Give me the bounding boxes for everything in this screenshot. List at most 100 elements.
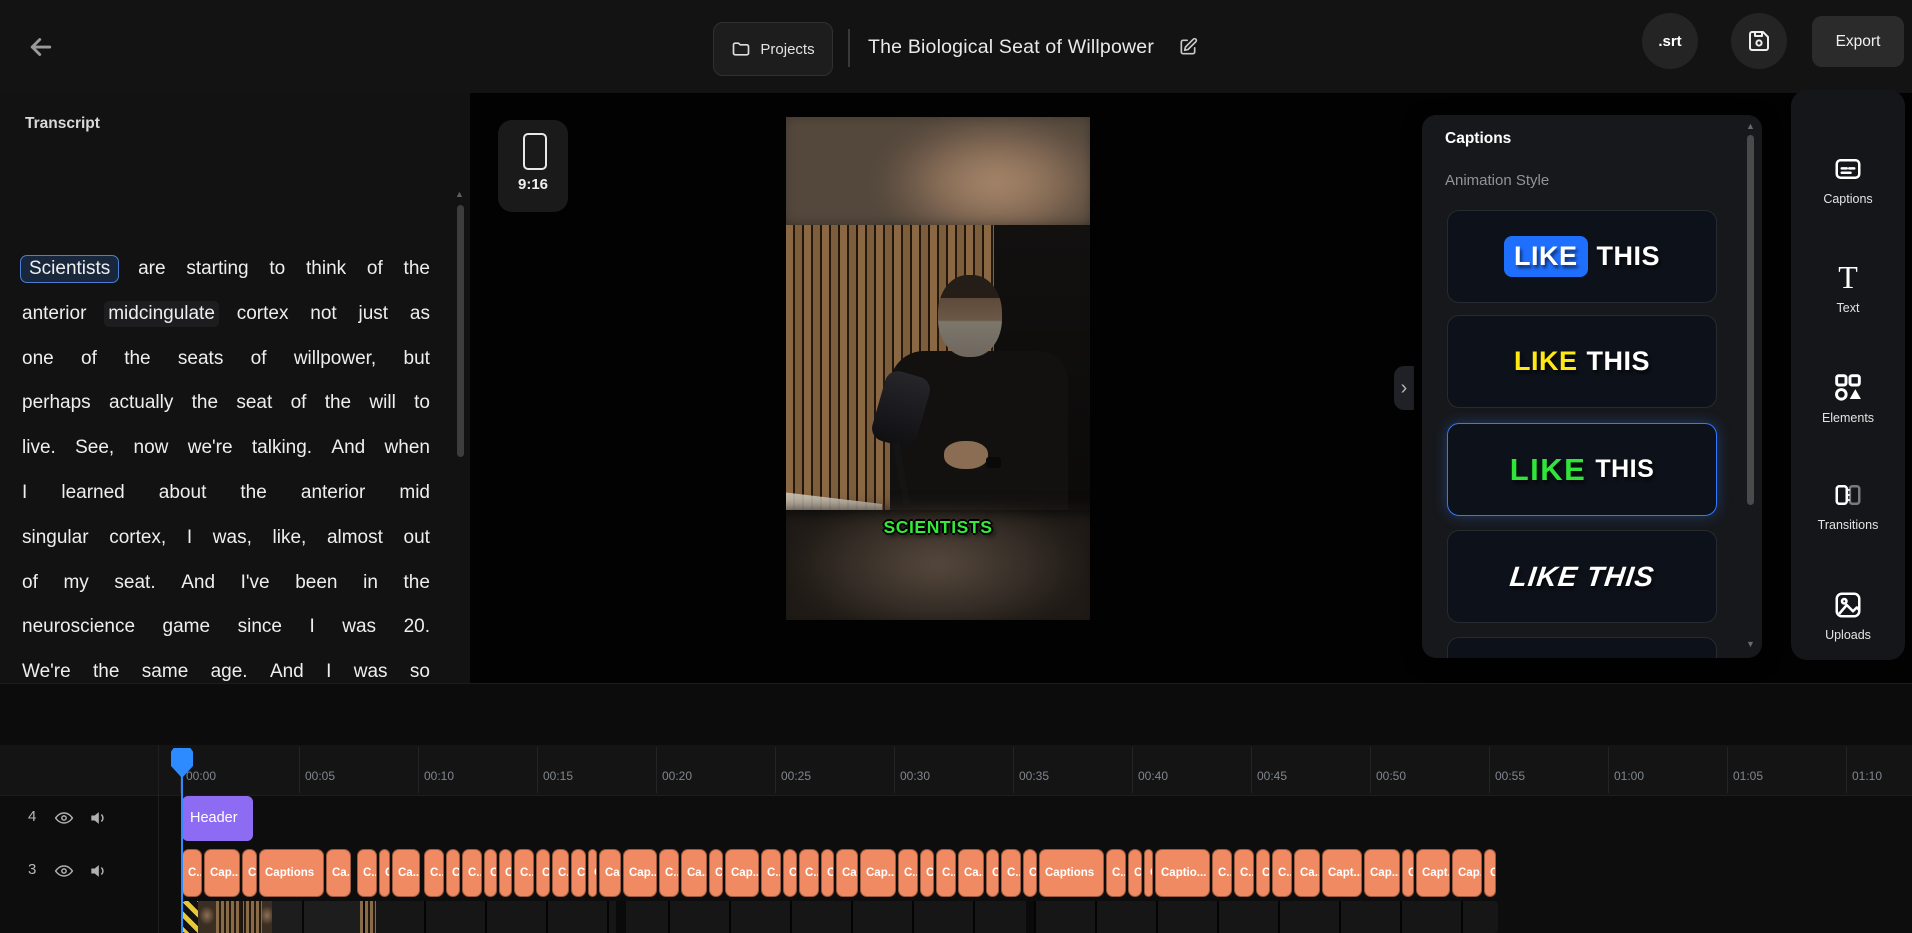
transcript-word: 20. (404, 616, 430, 638)
sidebar-item-text[interactable]: TText (1791, 248, 1905, 328)
sidebar-item-elements[interactable]: Elements (1791, 358, 1905, 438)
caption-clip[interactable]: C. (1256, 849, 1270, 897)
caption-clip[interactable]: C. (536, 849, 550, 897)
caption-clip[interactable]: C... (1212, 849, 1232, 897)
caption-clip[interactable]: C... (761, 849, 781, 897)
back-arrow-icon (26, 32, 58, 62)
transcript-word: of (291, 392, 307, 414)
caption-clip[interactable]: C. (783, 849, 797, 897)
caption-clip[interactable]: C... (898, 849, 918, 897)
projects-button[interactable]: Projects (713, 22, 833, 76)
caption-clip[interactable]: Ca... (681, 849, 707, 897)
caption-clip[interactable]: Cap... (725, 849, 759, 897)
timeline-ruler[interactable]: 00:0000:0500:1000:1500:2000:2500:3000:35… (0, 745, 1912, 796)
ruler-tick-label: 00:55 (1495, 769, 1525, 783)
caption-clip[interactable]: C (1144, 849, 1153, 897)
track-3-mute-toggle[interactable] (88, 861, 108, 881)
caption-clip[interactable]: Ca... (958, 849, 984, 897)
panel-scrollbar[interactable] (1747, 135, 1754, 505)
animation-style-card-script[interactable]: LIKE THIS (1447, 530, 1717, 623)
caption-clip[interactable]: Ca... (392, 849, 420, 897)
caption-clip[interactable]: C... (659, 849, 679, 897)
caption-clip[interactable]: Ca... (1294, 849, 1320, 897)
caption-clip[interactable]: C. (484, 849, 497, 897)
save-icon (1747, 29, 1771, 53)
caption-clip[interactable]: Cap... (204, 849, 240, 897)
caption-clip[interactable]: C (588, 849, 597, 897)
caption-clip[interactable]: Capt... (1416, 849, 1450, 897)
track-4-visibility-toggle[interactable] (54, 808, 74, 828)
transcript-scroll-up-icon[interactable]: ▲ (455, 189, 464, 199)
caption-clip[interactable]: C. (821, 849, 834, 897)
caption-clip[interactable]: Ca... (326, 849, 351, 897)
caption-clip[interactable]: C. (499, 849, 512, 897)
caption-clip[interactable]: C.. (571, 849, 586, 897)
ruler-tick-label: 00:00 (186, 769, 216, 783)
caption-clip[interactable]: C. (1128, 849, 1142, 897)
panel-collapse-button[interactable]: › (1394, 366, 1414, 410)
caption-clip[interactable]: Cap... (1452, 849, 1482, 897)
caption-clip[interactable]: C. (986, 849, 999, 897)
aspect-ratio-button[interactable]: 9:16 (498, 120, 568, 212)
animation-style-card-partial[interactable] (1447, 637, 1717, 658)
caption-clip[interactable]: C (1484, 849, 1496, 897)
back-button[interactable] (26, 32, 58, 64)
srt-export-button[interactable]: .srt (1642, 13, 1698, 69)
caption-clip[interactable]: Cap... (860, 849, 896, 897)
transcript-word: are (138, 258, 165, 280)
animation-style-card-yellow[interactable]: LIKETHIS (1447, 315, 1717, 408)
caption-clip[interactable]: C... (357, 849, 377, 897)
transcript-word: I've (241, 572, 270, 594)
caption-clip[interactable]: C (1402, 849, 1414, 897)
transcript-title: Transcript (25, 115, 100, 133)
caption-clip[interactable]: C... (514, 849, 534, 897)
caption-clip[interactable]: Capt... (1322, 849, 1362, 897)
caption-clip[interactable]: C... (182, 849, 202, 897)
caption-clip[interactable]: C.. (242, 849, 257, 897)
panel-scroll-up-icon[interactable]: ▲ (1746, 121, 1755, 131)
caption-clip[interactable]: Cap... (623, 849, 657, 897)
caption-clip[interactable]: C. (1023, 849, 1037, 897)
sidebar-item-uploads[interactable]: Uploads (1791, 576, 1905, 656)
caption-clip[interactable]: Captions (259, 849, 324, 897)
transcript-scrollbar[interactable] (457, 205, 464, 457)
panel-scroll-down-icon[interactable]: ▼ (1746, 639, 1755, 649)
track-3-visibility-toggle[interactable] (54, 861, 74, 881)
edit-title-button[interactable] (1178, 37, 1198, 57)
caption-clip[interactable]: C... (1001, 849, 1021, 897)
video-filmstrip-track[interactable] (182, 901, 1498, 933)
caption-clip[interactable]: C... (462, 849, 482, 897)
caption-clip[interactable]: Captio... (1155, 849, 1210, 897)
export-button[interactable]: Export (1812, 16, 1904, 67)
sidebar-item-captions[interactable]: Captions (1791, 140, 1905, 220)
video-caption-overlay[interactable]: SCIENTISTS (786, 517, 1090, 538)
animation-style-card-green[interactable]: LIKETHIS (1447, 423, 1717, 516)
highlighted-word[interactable]: Scientists (20, 255, 119, 283)
caption-clip[interactable]: C... (936, 849, 956, 897)
caption-clip[interactable]: C. (379, 849, 390, 897)
caption-clip[interactable]: C... (1272, 849, 1292, 897)
track-4-mute-toggle[interactable] (88, 808, 108, 828)
video-preview[interactable]: SCIENTISTS (786, 117, 1090, 620)
caption-clip[interactable]: Ca... (836, 849, 858, 897)
caption-clip[interactable]: C.. (552, 849, 569, 897)
transcript-word: talking. (252, 437, 312, 459)
caption-clip[interactable]: C... (1234, 849, 1254, 897)
transcript-word: mid (399, 482, 430, 504)
caption-clip[interactable]: Cap... (1364, 849, 1400, 897)
caption-clip[interactable]: C... (1106, 849, 1126, 897)
caption-clip[interactable]: C. (709, 849, 723, 897)
caption-clip[interactable]: Ca... (599, 849, 621, 897)
caption-clip[interactable]: C.. (424, 849, 444, 897)
caption-clip[interactable]: C... (799, 849, 819, 897)
caption-clip[interactable]: Captions (1039, 849, 1104, 897)
sidebar-item-transitions[interactable]: Transitions (1791, 466, 1905, 546)
caption-clip[interactable]: C. (920, 849, 934, 897)
header-clip[interactable]: Header (182, 796, 253, 841)
animation-style-card-blue-box[interactable]: LIKETHIS (1447, 210, 1717, 303)
save-button[interactable] (1731, 13, 1787, 69)
top-bar: Projects The Biological Seat of Willpowe… (0, 0, 1912, 94)
transcript-word: singular (22, 527, 89, 549)
caption-clip[interactable]: C. (446, 849, 460, 897)
captions-panel-title: Captions (1445, 130, 1511, 148)
